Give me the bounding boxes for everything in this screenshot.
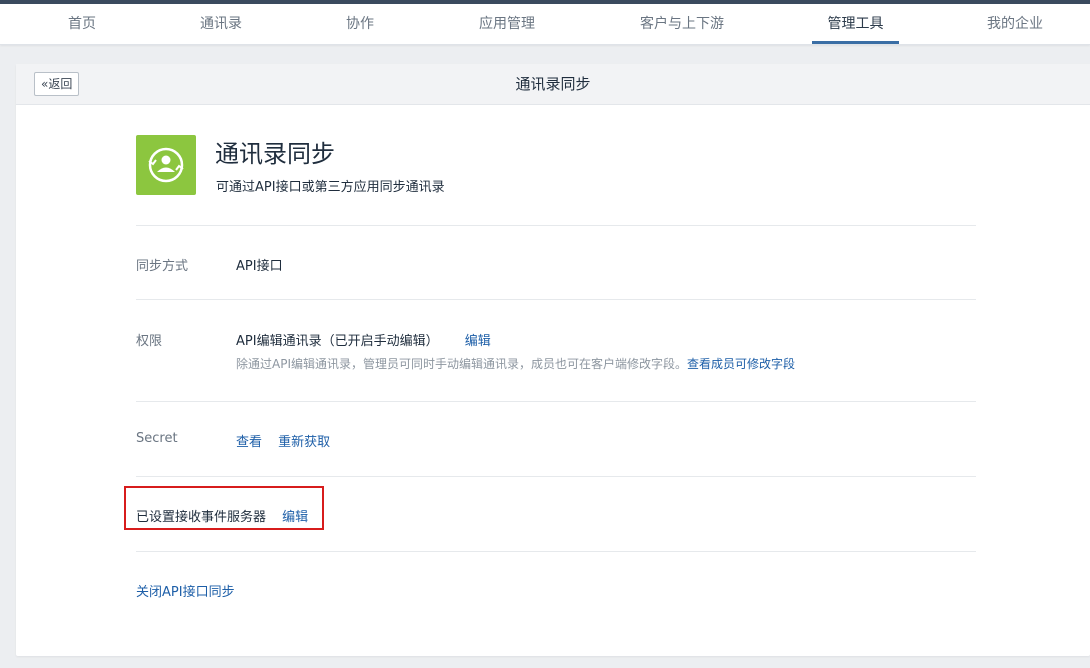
nav-item-admin-tools[interactable]: 管理工具 <box>812 4 899 44</box>
editable-fields-link[interactable]: 查看成员可修改字段 <box>687 357 795 371</box>
nav-item-my-company[interactable]: 我的企业 <box>972 4 1058 44</box>
event-server-edit-link[interactable]: 编辑 <box>282 510 308 525</box>
permission-value: API编辑通讯录（已开启手动编辑） <box>236 334 439 349</box>
nav-item-customers[interactable]: 客户与上下游 <box>626 4 738 44</box>
secret-label: Secret <box>136 431 178 446</box>
sync-mode-value: API接口 <box>236 259 283 274</box>
permission-hint-row: 除通过API编辑通讯录，管理员可同时手动编辑通讯录，成员也可在客户端修改字段。查… <box>236 355 795 372</box>
secret-actions: 查看 重新获取 <box>236 431 330 450</box>
event-server-row: 已设置接收事件服务器 编辑 <box>136 506 308 525</box>
divider <box>136 225 976 226</box>
permission-hint: 除通过API编辑通讯录，管理员可同时手动编辑通讯录，成员也可在客户端修改字段。 <box>236 357 687 371</box>
permission-value-row: API编辑通讯录（已开启手动编辑） 编辑 <box>236 330 491 349</box>
secret-view-link[interactable]: 查看 <box>236 435 262 450</box>
nav-active-indicator <box>812 41 899 44</box>
permission-label: 权限 <box>136 334 163 349</box>
permission-edit-link[interactable]: 编辑 <box>465 334 491 349</box>
divider <box>136 401 976 402</box>
top-nav: 首页 通讯录 协作 应用管理 客户与上下游 管理工具 我的企业 <box>0 4 1090 45</box>
card-header: 通讯录同步 «返回 <box>16 64 1090 105</box>
divider <box>136 299 976 300</box>
sync-mode-label: 同步方式 <box>136 259 189 274</box>
secret-refresh-link[interactable]: 重新获取 <box>278 435 330 450</box>
page-title: 通讯录同步 <box>515 75 591 93</box>
app-description: 可通过API接口或第三方应用同步通讯录 <box>216 180 445 195</box>
nav-item-home[interactable]: 首页 <box>56 4 108 44</box>
close-api-sync-link[interactable]: 关闭API接口同步 <box>136 581 235 600</box>
event-server-label: 已设置接收事件服务器 <box>136 510 267 525</box>
app-title: 通讯录同步 <box>215 140 335 168</box>
main-card: 通讯录同步 «返回 通讯录同步 可通过API接口或第三方应用同步通讯录 同步方式… <box>16 64 1090 656</box>
divider <box>136 476 976 477</box>
contact-sync-icon <box>136 135 196 195</box>
nav-item-contacts[interactable]: 通讯录 <box>186 4 256 44</box>
divider <box>136 551 976 552</box>
back-button[interactable]: «返回 <box>34 72 80 96</box>
nav-item-collaboration[interactable]: 协作 <box>330 4 390 44</box>
nav-item-app-management[interactable]: 应用管理 <box>464 4 550 44</box>
back-button-label: 返回 <box>48 77 73 91</box>
